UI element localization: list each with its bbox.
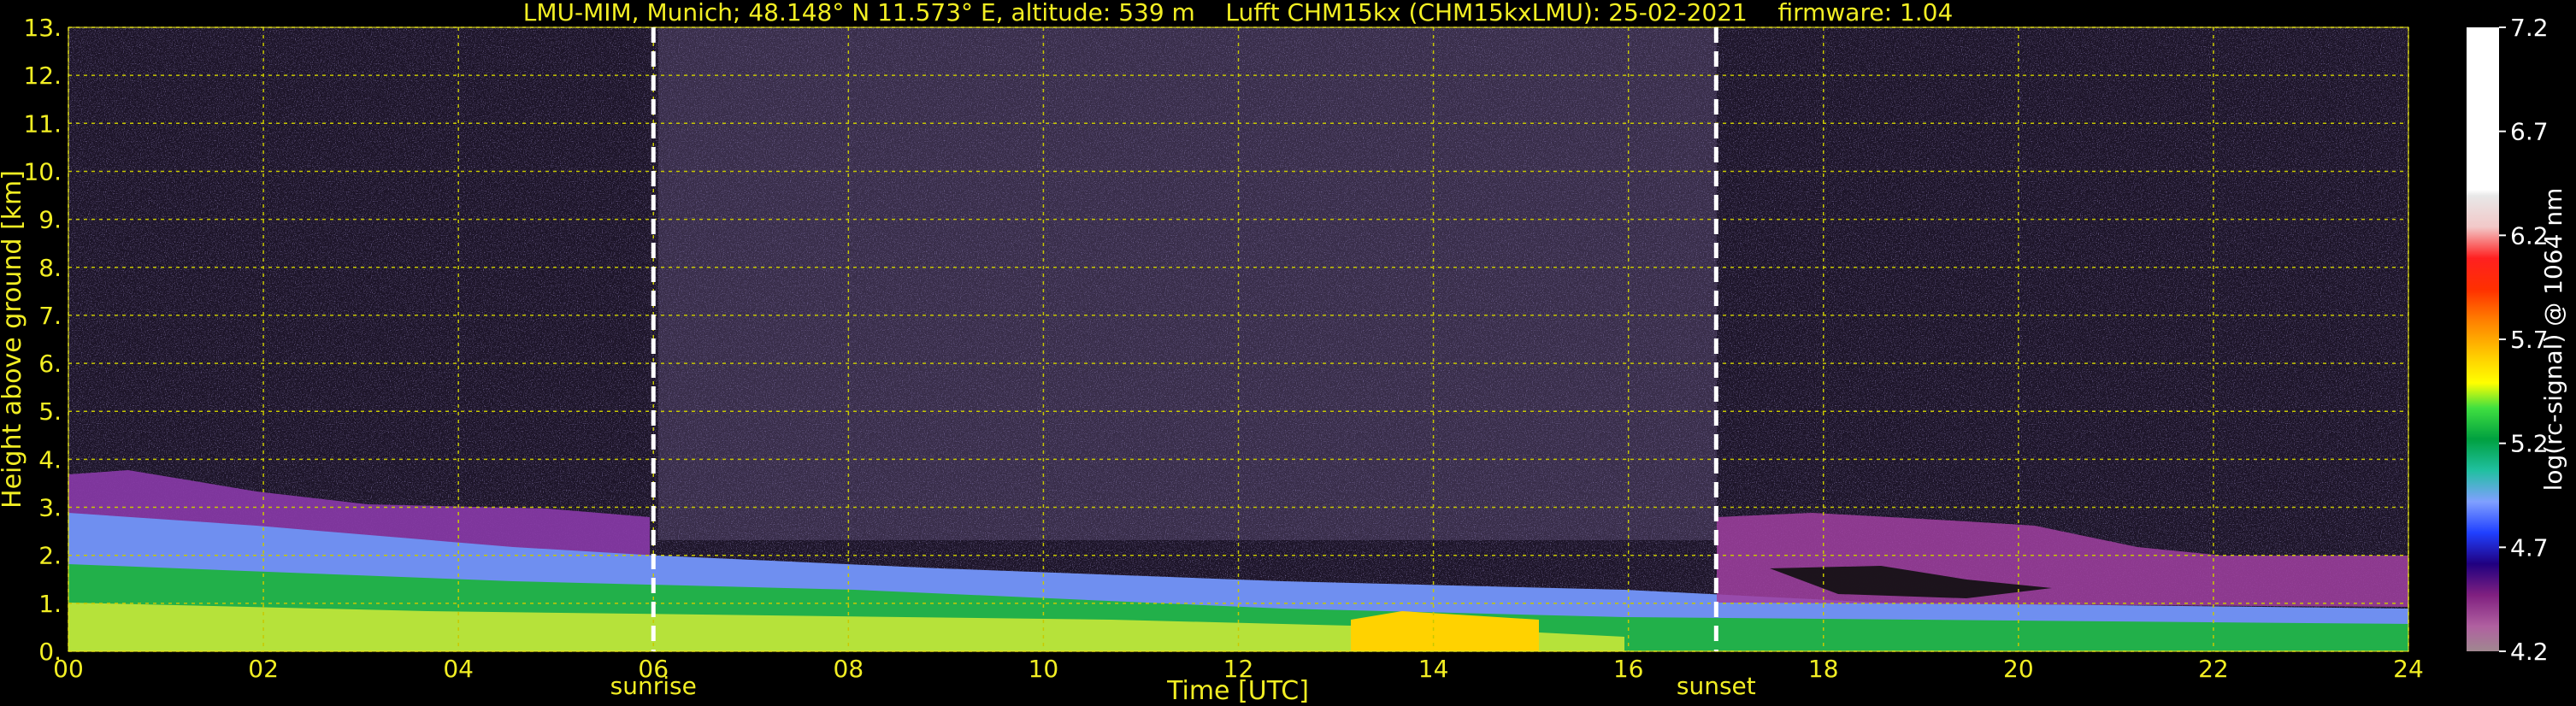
colorbar-tick-label: 6.7 — [2510, 118, 2549, 146]
colorbar-label: log(rc-signal) @ 1064 nm — [2539, 188, 2567, 491]
x-tick-label: 14 — [1418, 655, 1449, 683]
y-tick-label: 7. — [38, 302, 62, 330]
x-tick-label: 04 — [443, 655, 474, 683]
ceilometer-chart: 00 02 04 06 08 10 12 14 16 18 20 22 24 0.1.2.3.4.5.6… — [0, 0, 2567, 706]
y-tick-label: 2. — [38, 542, 62, 570]
daytime-noise — [658, 27, 1717, 540]
colorbar-tick-label: 4.7 — [2510, 533, 2549, 562]
x-tick-label: 16 — [1613, 655, 1644, 683]
chart-title: LMU-MIM, Munich; 48.148° N 11.573° E, al… — [523, 0, 1954, 26]
colorbar — [2467, 27, 2499, 651]
x-tick-label: 08 — [834, 655, 864, 683]
y-tick-label: 6. — [38, 350, 62, 378]
x-tick-label: 10 — [1029, 655, 1059, 683]
x-tick-label: 02 — [248, 655, 279, 683]
x-tick-label: 22 — [2198, 655, 2229, 683]
y-tick-label: 3. — [38, 494, 62, 522]
event-label-sunrise: sunrise — [610, 672, 697, 700]
x-tick-label: 20 — [2003, 655, 2034, 683]
x-tick-label: 24 — [2393, 655, 2424, 683]
y-tick-label: 0. — [38, 638, 62, 666]
colorbar-tick-label: 7.2 — [2510, 14, 2549, 42]
y-tick-label: 5. — [38, 397, 62, 426]
y-tick-label: 9. — [38, 206, 62, 234]
y-axis-ticks: 0. 1. 2. 3. 4. 5. 6. 7. 8. 9. 10. 11. 12. 13. — [23, 14, 62, 666]
y-tick-label: 12. — [23, 62, 62, 90]
y-axis-label: Height above ground [km] — [0, 170, 27, 509]
colorbar-tick-label: 4.2 — [2510, 638, 2549, 666]
y-tick-label: 8. — [38, 254, 62, 282]
y-tick-label: 10. — [23, 157, 62, 185]
y-tick-label: 11. — [23, 109, 62, 138]
x-tick-label: 18 — [1808, 655, 1839, 683]
y-tick-label: 13. — [23, 14, 62, 42]
y-tick-label: 1. — [38, 590, 62, 618]
event-label-sunset: sunset — [1677, 672, 1756, 700]
y-tick-label: 4. — [38, 445, 62, 474]
x-axis-label: Time [UTC] — [1166, 676, 1309, 706]
